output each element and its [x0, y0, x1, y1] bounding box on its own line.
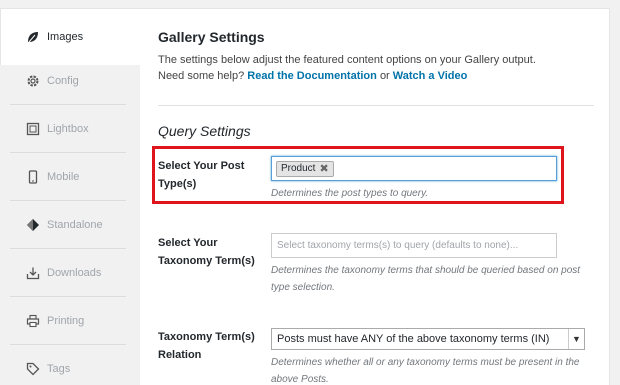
tab-label: Lightbox	[47, 122, 89, 135]
tab-lightbox[interactable]: Lightbox	[10, 105, 126, 153]
diamond-icon	[26, 218, 40, 232]
taxonomy-help: Determines the taxonomy terms that shoul…	[271, 265, 581, 293]
mobile-icon	[26, 169, 40, 184]
tab-label: Standalone	[47, 218, 103, 231]
tab-label: Mobile	[47, 170, 80, 183]
tab-downloads[interactable]: Downloads	[10, 249, 126, 297]
taxonomy-input[interactable]: Select taxonomy terms(s) to query (defau…	[271, 233, 557, 258]
post-type-help: Determines the post types to query.	[271, 188, 429, 199]
taxonomy-label: Select Your Taxonomy Term(s)	[158, 237, 255, 267]
help-prefix: Need some help?	[158, 70, 245, 82]
gear-icon	[26, 74, 40, 88]
tab-mobile[interactable]: Mobile	[10, 153, 126, 201]
tag-icon	[26, 362, 40, 376]
tab-label: Images	[47, 31, 84, 43]
relation-help: Determines whether all or any taxonomy t…	[271, 357, 580, 385]
help-line: Need some help? Read the Documentation o…	[158, 70, 467, 82]
tab-printing[interactable]: Printing	[10, 297, 126, 345]
or-text: or	[379, 70, 390, 82]
tab-label: Downloads	[47, 266, 102, 279]
post-type-label: Select Your Post Type(s)	[158, 160, 245, 190]
chevron-down-icon[interactable]: ▼	[568, 329, 584, 349]
settings-sidebar: Images Config Lightbox Mobile Standalone…	[0, 0, 141, 385]
lightbox-icon	[26, 122, 40, 136]
selected-tag: Product ✖	[276, 161, 334, 177]
settings-description: The settings below adjust the featured c…	[158, 54, 536, 66]
page-title: Gallery Settings	[158, 29, 265, 45]
tab-label: Config	[47, 74, 79, 87]
tag-label: Product	[281, 163, 316, 174]
divider	[158, 105, 594, 106]
remove-tag-icon[interactable]: ✖	[319, 162, 328, 176]
tab-label: Printing	[47, 314, 85, 327]
settings-panel: Gallery Settings The settings below adju…	[140, 8, 610, 385]
relation-selected-value: Posts must have ANY of the above taxonom…	[277, 333, 550, 345]
relation-label: Taxonomy Term(s) Relation	[158, 331, 255, 361]
post-type-select[interactable]: Product ✖	[271, 156, 557, 181]
tab-config[interactable]: Config	[10, 57, 126, 105]
taxonomy-placeholder: Select taxonomy terms(s) to query (defau…	[277, 240, 519, 251]
printer-icon	[26, 314, 40, 328]
tab-tags[interactable]: Tags	[10, 345, 126, 385]
tab-label: Tags	[47, 363, 71, 375]
leaf-icon	[26, 30, 40, 44]
relation-select[interactable]: Posts must have ANY of the above taxonom…	[271, 328, 585, 350]
tab-standalone[interactable]: Standalone	[10, 201, 126, 249]
download-icon	[26, 266, 40, 280]
watch-video-link[interactable]: Watch a Video	[393, 70, 468, 82]
section-title: Query Settings	[158, 123, 251, 139]
documentation-link[interactable]: Read the Documentation	[247, 70, 377, 82]
